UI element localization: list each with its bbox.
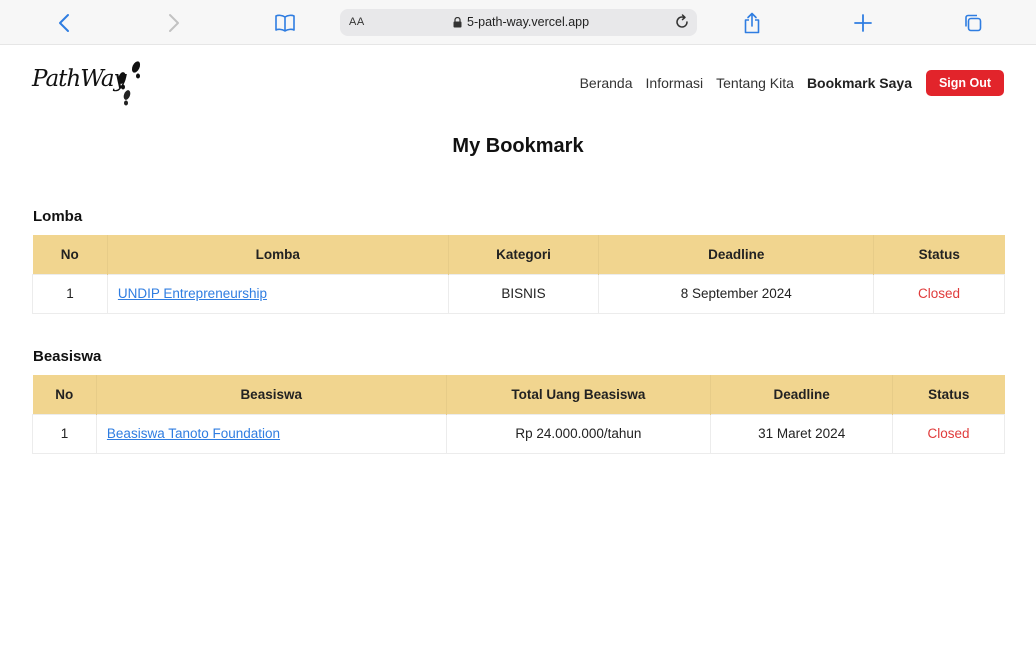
forward-icon[interactable] [162,11,186,35]
browser-toolbar: AA 5-path-way.vercel.app [0,0,1036,45]
nav-beranda[interactable]: Beranda [580,75,633,91]
column-header: Total Uang Beasiswa [446,375,712,414]
reader-aa-button[interactable]: AA [349,16,365,28]
nav-bookmark-saya[interactable]: Bookmark Saya [807,75,912,91]
nav-tentang-kita[interactable]: Tentang Kita [716,75,794,91]
column-header: Kategori [448,235,600,274]
nav-informasi[interactable]: Informasi [646,75,704,91]
table-header-row: No Beasiswa Total Uang Beasiswa Deadline… [32,375,1005,414]
column-header: Deadline [598,235,875,274]
status-cell: Closed [873,273,1005,314]
deadline-cell: 31 Maret 2024 [710,413,894,454]
footprints-icon [118,61,141,106]
table-row: 1 UNDIP Entrepreneurship BISNIS 8 Septem… [32,273,1005,314]
reload-icon[interactable] [672,12,692,32]
column-header: Deadline [710,375,894,414]
column-header: Lomba [107,235,449,274]
sign-out-button[interactable]: Sign Out [926,70,1004,96]
lomba-table: No Lomba Kategori Deadline Status 1 UNDI… [32,235,1005,314]
total-uang-cell: Rp 24.000.000/tahun [445,413,712,454]
status-cell: Closed [892,413,1005,454]
main-nav: Beranda Informasi Tentang Kita Bookmark … [580,70,1004,96]
lomba-name-cell: UNDIP Entrepreneurship [106,273,449,314]
beasiswa-section-title: Beasiswa [33,348,102,365]
row-number: 1 [32,273,108,314]
url-text: 5-path-way.vercel.app [467,15,590,29]
back-icon[interactable] [52,11,76,35]
bookmarks-book-icon[interactable] [273,11,297,35]
table-header-row: No Lomba Kategori Deadline Status [32,235,1005,274]
column-header: Beasiswa [96,375,447,414]
column-header: Status [873,235,1005,274]
column-header: No [32,235,108,274]
beasiswa-link[interactable]: Beasiswa Tanoto Foundation [107,426,280,441]
page-title: My Bookmark [452,135,584,157]
beasiswa-table: No Beasiswa Total Uang Beasiswa Deadline… [32,375,1005,454]
lomba-link[interactable]: UNDIP Entrepreneurship [118,286,267,301]
lomba-section-title: Lomba [33,208,83,225]
kategori-cell: BISNIS [447,273,600,314]
share-icon[interactable] [740,11,764,35]
lock-icon [453,16,462,27]
column-header: No [32,375,97,414]
table-row: 1 Beasiswa Tanoto Foundation Rp 24.000.0… [32,413,1005,454]
new-tab-plus-icon[interactable] [851,11,875,35]
tabs-overview-icon[interactable] [961,11,985,35]
column-header: Status [892,375,1005,414]
address-bar[interactable]: AA 5-path-way.vercel.app [340,9,697,36]
row-number: 1 [32,413,97,454]
deadline-cell: 8 September 2024 [598,273,875,314]
beasiswa-name-cell: Beasiswa Tanoto Foundation [95,413,447,454]
pathway-logo[interactable]: PathWay [32,58,144,108]
url-display[interactable]: 5-path-way.vercel.app [453,15,589,29]
logo-text: PathWay [32,66,127,92]
